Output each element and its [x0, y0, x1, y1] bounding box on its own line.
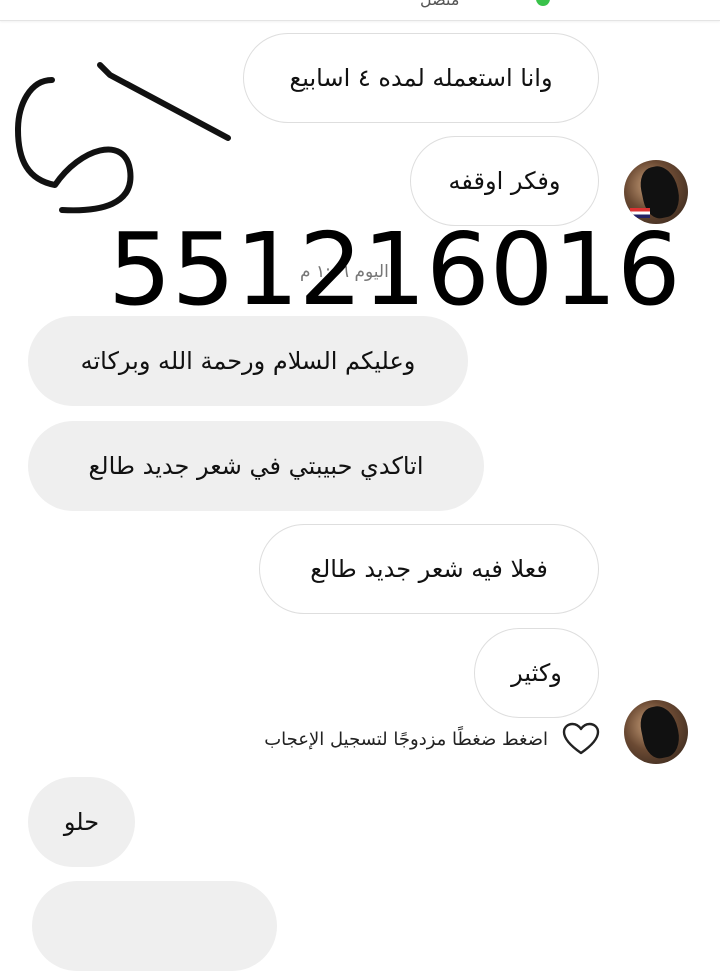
online-status-dot [536, 0, 550, 6]
message-bubble-incoming[interactable]: وعليكم السلام ورحمة الله وبركاته [28, 316, 468, 406]
heart-outline-icon[interactable] [562, 722, 600, 756]
message-text: حلو [63, 808, 100, 836]
handwriting-text: 51 [0, 50, 2, 51]
message-bubble-outgoing[interactable]: فعلا فيه شعر جديد طالع [259, 524, 599, 614]
message-text: فعلا فيه شعر جديد طالع [310, 555, 548, 583]
like-hint-text: اضغط ضغطًا مزدوجًا لتسجيل الإعجاب [264, 728, 548, 750]
message-text: وفكر اوقفه [448, 167, 561, 195]
message-bubble-incoming[interactable]: اتاكدي حبيبتي في شعر جديد طالع [28, 421, 484, 511]
double-tap-like-hint[interactable]: اضغط ضغطًا مزدوجًا لتسجيل الإعجاب [264, 722, 600, 756]
message-bubble-incoming[interactable]: حلو [28, 777, 135, 867]
top-bar: متصل [0, 0, 720, 21]
message-text: اتاكدي حبيبتي في شعر جديد طالع [88, 452, 424, 480]
message-text: وانا استعمله لمده ٤ اسابيع [289, 64, 553, 92]
handwritten-scribble: 51 [0, 50, 231, 214]
message-text: وكثير [511, 659, 562, 687]
message-bubble-incoming[interactable] [32, 881, 277, 971]
status-text: متصل [420, 0, 459, 9]
avatar[interactable] [624, 700, 688, 764]
message-bubble-outgoing[interactable]: وكثير [474, 628, 599, 718]
message-bubble-outgoing[interactable]: وانا استعمله لمده ٤ اسابيع [243, 33, 599, 123]
phone-number-overlay: 551216016 [108, 211, 681, 328]
avatar-redaction [636, 702, 684, 762]
message-text: وعليكم السلام ورحمة الله وبركاته [80, 347, 416, 375]
